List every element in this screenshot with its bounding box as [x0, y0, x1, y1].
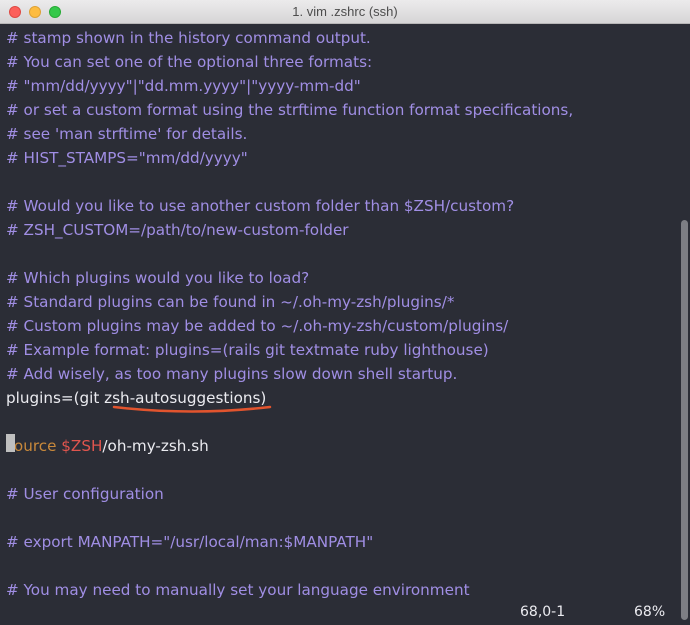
code-line: # Example format: plugins=(rails git tex…: [6, 341, 489, 359]
window-title: 1. vim .zshrc (ssh): [292, 4, 398, 19]
code-line: # see 'man strftime' for details.: [6, 125, 248, 143]
scroll-percent: 68%: [634, 604, 666, 620]
scrollbar[interactable]: [680, 24, 690, 625]
code-line: # You can set one of the optional three …: [6, 53, 373, 71]
code-line: # Add wisely, as too many plugins slow d…: [6, 365, 458, 383]
title-bar: 1. vim .zshrc (ssh): [0, 0, 690, 24]
code-line: # stamp shown in the history command out…: [6, 29, 371, 47]
code-line: # ZSH_CUSTOM=/path/to/new-custom-folder: [6, 221, 349, 239]
code-line: # export MANPATH="/usr/local/man:$MANPAT…: [6, 533, 374, 551]
code-line: # or set a custom format using the strft…: [6, 101, 574, 119]
terminal-window: 1. vim .zshrc (ssh) # stamp shown in the…: [0, 0, 690, 625]
code-line: # You may need to manually set your lang…: [6, 581, 470, 599]
red-underline-annotation: [112, 405, 272, 413]
scrollbar-thumb[interactable]: [681, 220, 688, 620]
code-line: # Would you like to use another custom f…: [6, 197, 515, 215]
code-line: # HIST_STAMPS="mm/dd/yyyy": [6, 149, 248, 167]
source-path: /oh-my-zsh.sh: [102, 437, 209, 455]
vim-editor-area[interactable]: # stamp shown in the history command out…: [0, 24, 680, 625]
code-line: # User configuration: [6, 485, 164, 503]
text-cursor: [6, 434, 15, 452]
code-line: # Which plugins would you like to load?: [6, 269, 310, 287]
code-line: # Custom plugins may be added to ~/.oh-m…: [6, 317, 509, 335]
source-line: source $ZSH/oh-my-zsh.sh: [6, 434, 209, 458]
code-line: # "mm/dd/yyyy"|"dd.mm.yyyy"|"yyyy-mm-dd": [6, 77, 361, 95]
code-line: # Standard plugins can be found in ~/.oh…: [6, 293, 455, 311]
zsh-variable: $ZSH: [61, 437, 103, 455]
cursor-position: 68,0-1: [520, 604, 566, 620]
